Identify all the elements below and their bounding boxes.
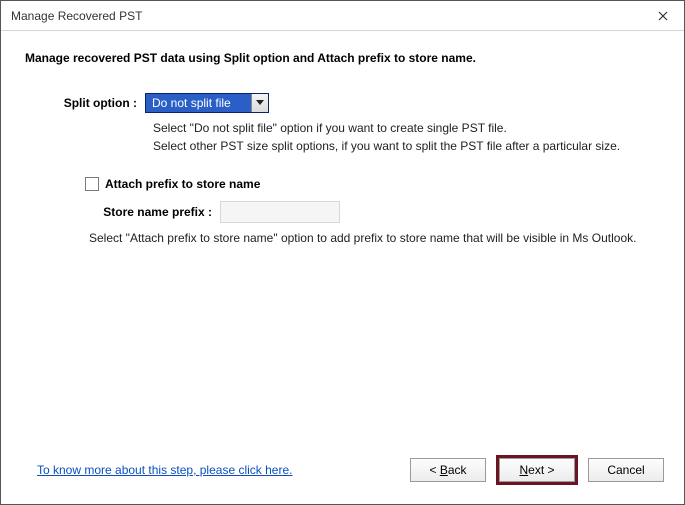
chevron-down-icon: [256, 100, 264, 106]
close-icon: [658, 11, 668, 21]
split-option-value: Do not split file: [146, 94, 251, 112]
back-button[interactable]: < Back: [410, 458, 486, 482]
dialog-content: Manage recovered PST data using Split op…: [1, 31, 684, 450]
dialog-window: Manage Recovered PST Manage recovered PS…: [0, 0, 685, 505]
dialog-footer: To know more about this step, please cli…: [1, 450, 684, 504]
dropdown-button[interactable]: [251, 94, 268, 112]
next-button[interactable]: Next >: [499, 458, 575, 482]
split-option-hint: Select "Do not split file" option if you…: [153, 119, 660, 155]
next-button-highlight: Next >: [496, 455, 578, 485]
split-hint-line2: Select other PST size split options, if …: [153, 137, 660, 155]
prefix-input-row: Store name prefix :: [85, 201, 660, 223]
window-title: Manage Recovered PST: [11, 9, 642, 23]
split-hint-line1: Select "Do not split file" option if you…: [153, 119, 660, 137]
split-option-select[interactable]: Do not split file: [145, 93, 269, 113]
page-heading: Manage recovered PST data using Split op…: [25, 51, 660, 65]
split-option-label: Split option :: [25, 96, 145, 110]
prefix-checkbox[interactable]: [85, 177, 99, 191]
help-link[interactable]: To know more about this step, please cli…: [37, 463, 292, 477]
split-option-row: Split option : Do not split file: [25, 93, 660, 113]
prefix-input[interactable]: [220, 201, 340, 223]
prefix-checkbox-row: Attach prefix to store name: [85, 177, 660, 191]
prefix-checkbox-label: Attach prefix to store name: [105, 177, 260, 191]
cancel-button[interactable]: Cancel: [588, 458, 664, 482]
prefix-label: Store name prefix :: [85, 205, 220, 219]
close-button[interactable]: [642, 1, 684, 31]
prefix-hint: Select "Attach prefix to store name" opt…: [89, 231, 660, 245]
titlebar: Manage Recovered PST: [1, 1, 684, 31]
